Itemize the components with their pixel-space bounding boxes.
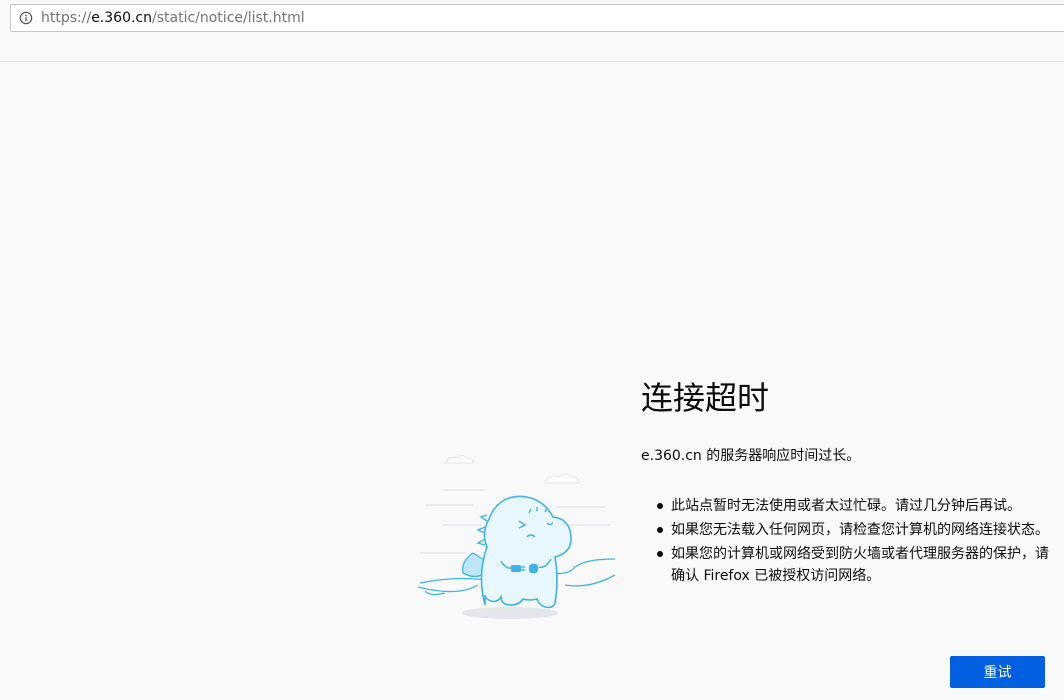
error-title: 连接超时 bbox=[641, 379, 770, 417]
dinosaur-unplugged-illustration bbox=[417, 455, 616, 619]
url-scheme: https:// bbox=[41, 10, 92, 26]
dino-body bbox=[480, 495, 572, 609]
list-item: 如果您无法载入任何网页，请检查您计算机的网络连接状态。 bbox=[641, 519, 1056, 541]
url-text[interactable]: https://e.360.cn/static/notice/list.html bbox=[41, 10, 305, 26]
list-item: 此站点暂时无法使用或者太过忙碌。请过几分钟后再试。 bbox=[641, 495, 1056, 517]
url-path: /static/notice/list.html bbox=[152, 10, 305, 26]
browser-toolbar: https://e.360.cn/static/notice/list.html bbox=[0, 0, 1064, 62]
error-tips-list: 此站点暂时无法使用或者太过忙碌。请过几分钟后再试。 如果您无法载入任何网页，请检… bbox=[641, 495, 1056, 589]
bullet-icon bbox=[657, 527, 663, 533]
list-item: 如果您的计算机或网络受到防火墙或者代理服务器的保护，请确认 Firefox 已被… bbox=[641, 543, 1056, 587]
ground-shadow bbox=[462, 607, 558, 619]
url-host: e.360.cn bbox=[91, 10, 152, 26]
error-content: 连接超时 e.360.cn 的服务器响应时间过长。 此站点暂时无法使用或者太过忙… bbox=[641, 375, 1056, 584]
tip-text: 此站点暂时无法使用或者太过忙碌。请过几分钟后再试。 bbox=[671, 498, 1021, 514]
tip-text: 如果您无法载入任何网页，请检查您计算机的网络连接状态。 bbox=[671, 522, 1049, 538]
error-description: e.360.cn 的服务器响应时间过长。 bbox=[641, 448, 861, 464]
bullet-icon bbox=[657, 503, 663, 509]
bullet-icon bbox=[657, 551, 663, 557]
tip-text: 如果您的计算机或网络受到防火墙或者代理服务器的保护，请确认 Firefox 已被… bbox=[671, 546, 1049, 584]
info-icon[interactable] bbox=[19, 11, 33, 25]
retry-button[interactable]: 重试 bbox=[950, 656, 1045, 688]
error-page: https://e.360.cn/static/notice/list.html bbox=[0, 0, 1064, 700]
address-bar[interactable]: https://e.360.cn/static/notice/list.html bbox=[10, 4, 1064, 32]
cloud-icon bbox=[444, 455, 580, 484]
